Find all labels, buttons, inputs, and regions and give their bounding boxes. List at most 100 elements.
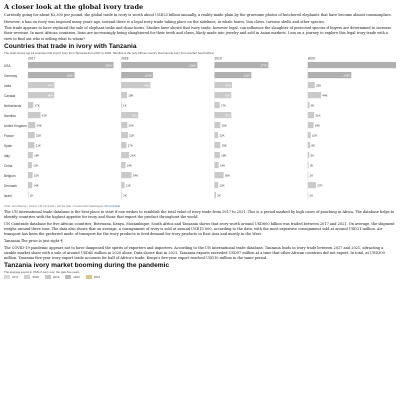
article-title: A closer look at the global ivory trade bbox=[4, 3, 144, 11]
data-label: 2K bbox=[310, 174, 314, 178]
data-label: 24K bbox=[37, 124, 42, 128]
legend-label: 2021 bbox=[93, 275, 101, 280]
legend-label: 2019 bbox=[52, 275, 60, 280]
data-label: 14K bbox=[33, 184, 38, 188]
data-label: 19K bbox=[315, 124, 320, 128]
data-label: 12K bbox=[219, 184, 224, 188]
bar bbox=[121, 92, 128, 99]
legend-swatch bbox=[65, 275, 72, 280]
data-label: 34K bbox=[133, 174, 138, 178]
data-label: 15K bbox=[34, 174, 39, 178]
bar bbox=[214, 192, 217, 199]
data-label: 57K bbox=[226, 84, 231, 88]
bar bbox=[307, 152, 310, 159]
data-label: 55K bbox=[225, 114, 230, 118]
bar bbox=[28, 152, 33, 159]
bar bbox=[307, 92, 322, 99]
category-label: Italy bbox=[4, 154, 10, 158]
data-label: 121K bbox=[243, 74, 250, 78]
data-label: 5K bbox=[217, 194, 221, 198]
data-label: 3K bbox=[310, 164, 314, 168]
data-label: 86K bbox=[48, 94, 53, 98]
paragraph: The UN international trade database is t… bbox=[4, 210, 395, 220]
bar bbox=[307, 122, 314, 129]
figure2-legend: 2017 2018 2019 2020 2021 bbox=[4, 275, 396, 280]
bar bbox=[214, 132, 219, 139]
data-label: 2K bbox=[30, 194, 34, 198]
legend-swatch bbox=[4, 275, 10, 280]
paragraph: UN Comtrade database for five African co… bbox=[4, 222, 395, 237]
data-label: 281K bbox=[105, 64, 112, 68]
bar bbox=[28, 192, 29, 199]
legend-swatch bbox=[85, 275, 92, 280]
category-label: Netherlands bbox=[4, 104, 22, 108]
bar bbox=[307, 82, 315, 89]
bar bbox=[214, 122, 221, 129]
figure2-title: Tanzania ivory market booming during the… bbox=[4, 262, 170, 270]
bar bbox=[121, 162, 126, 169]
bar bbox=[28, 62, 114, 69]
year-label: 2020 bbox=[308, 57, 315, 61]
bar bbox=[214, 182, 219, 189]
category-label: India bbox=[4, 84, 11, 88]
category-label: United Kingdom bbox=[4, 124, 27, 128]
bar bbox=[307, 142, 311, 149]
bar bbox=[28, 112, 41, 119]
bar bbox=[214, 152, 220, 159]
category-label: Spain bbox=[4, 144, 12, 148]
data-label: 13K bbox=[33, 164, 38, 168]
data-label: 19K bbox=[221, 144, 226, 148]
category-label: Canada bbox=[4, 94, 15, 98]
bar bbox=[121, 172, 132, 179]
data-label: 8K bbox=[311, 144, 315, 148]
data-label: 22K bbox=[36, 134, 41, 138]
data-label: 22K bbox=[129, 134, 134, 138]
data-label: 17K bbox=[34, 104, 39, 108]
category-label: France bbox=[4, 134, 14, 138]
data-label: 143K bbox=[343, 74, 350, 78]
data-label: 20K bbox=[129, 124, 134, 128]
data-label: 11K bbox=[126, 184, 131, 188]
legend-item: 2021 bbox=[85, 275, 101, 280]
bar bbox=[28, 162, 32, 169]
data-label: 87K bbox=[48, 84, 53, 88]
data-label: 27K bbox=[317, 184, 322, 188]
data-label: 96K bbox=[144, 84, 149, 88]
data-label: 104K bbox=[145, 74, 152, 78]
bar bbox=[28, 122, 36, 129]
bar bbox=[121, 132, 128, 139]
data-label: 6K bbox=[311, 104, 315, 108]
bar bbox=[121, 142, 127, 149]
bar bbox=[214, 162, 219, 169]
figure-source: Chart: Jere Mwangi • Source: UN Comtrade… bbox=[4, 205, 396, 209]
bar bbox=[307, 62, 396, 69]
legend-item: 2020 bbox=[65, 275, 80, 280]
data-label: 19K bbox=[221, 124, 226, 128]
article: A closer look at the global ivory trade … bbox=[4, 3, 396, 280]
category-label: China bbox=[4, 164, 13, 168]
category-label: USA bbox=[4, 64, 11, 68]
subhead-link[interactable]: Tanzania The price is just right ¶ bbox=[4, 239, 396, 244]
legend-label: 2018 bbox=[32, 275, 39, 280]
bar bbox=[121, 152, 130, 159]
data-label: 21K bbox=[36, 144, 41, 148]
data-label: 44K bbox=[322, 94, 327, 98]
bar bbox=[214, 172, 224, 179]
bar bbox=[121, 62, 198, 69]
bar bbox=[121, 102, 122, 109]
chart-svg: USA Germany India Canada Netherlands Namibia U… bbox=[4, 57, 396, 201]
figure2-subtitle: The average export in US$ of ivory over … bbox=[4, 270, 80, 275]
source-link[interactable]: UN Comtrade bbox=[104, 205, 120, 208]
legend-swatch bbox=[24, 275, 31, 280]
data-label: 14K bbox=[220, 164, 225, 168]
bar bbox=[28, 182, 33, 189]
bar bbox=[214, 102, 220, 109]
legend-swatch bbox=[44, 275, 51, 280]
category-label: Germany bbox=[4, 74, 18, 78]
legend-item: 2017 bbox=[4, 275, 18, 280]
bar-chart: USA Germany India Canada Netherlands Namibia U… bbox=[4, 56, 396, 203]
bar bbox=[28, 172, 33, 179]
paragraph: Currently going for about $3,300 per pou… bbox=[4, 13, 392, 17]
bar bbox=[121, 122, 128, 129]
figure-subtitle: The chart shows top 14 countries that im… bbox=[4, 51, 215, 56]
